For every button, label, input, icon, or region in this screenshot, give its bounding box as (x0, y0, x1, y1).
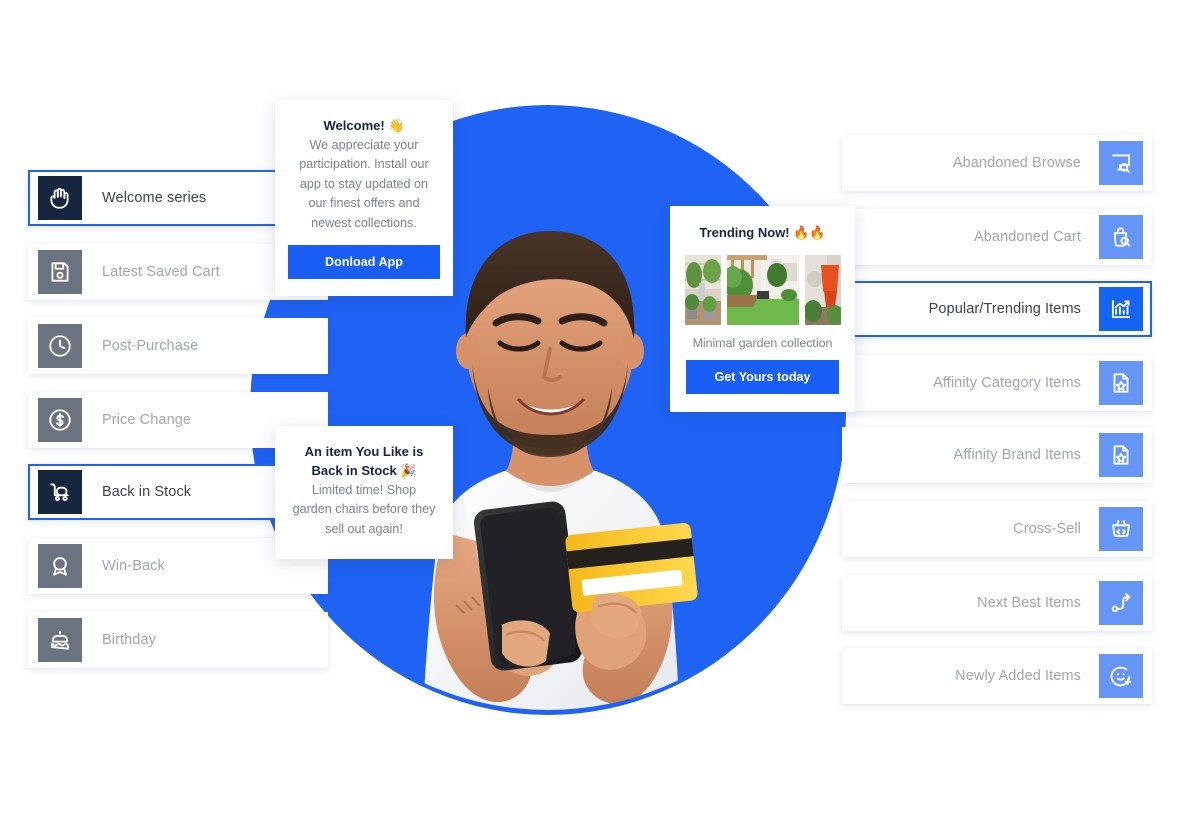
back-in-stock-title-line1: An item You Like is (304, 444, 424, 459)
get-yours-today-button[interactable]: Get Yours today (686, 359, 839, 394)
clock-icon (38, 324, 82, 368)
sidebar-item-abandoned-cart[interactable]: Abandoned Cart (842, 209, 1152, 265)
sidebar-item-label: Newly Added Items (955, 668, 1081, 684)
sidebar-item-label: Affinity Brand Items (953, 447, 1081, 463)
thumbnail-garden-lawn-pergola (726, 254, 799, 325)
sidebar-item-popular-trending-items[interactable]: Popular/Trending Items (842, 281, 1152, 337)
back-in-stock-title-line2: Back in Stock 🎉 (311, 462, 417, 478)
award-badge-icon (38, 544, 82, 588)
trending-popup-card: Trending Now! 🔥🔥 Minimal garden collecti… (670, 206, 855, 412)
birthday-cake-icon (38, 618, 82, 662)
sidebar-item-label: Next Best Items (977, 595, 1081, 611)
welcome-popup-card: Welcome! 👋 We appreciate your participat… (275, 100, 453, 297)
sidebar-item-label: Popular/Trending Items (928, 301, 1081, 317)
promo-hero-stage: Welcome series Latest Saved Cart Post-Pu… (0, 0, 1180, 840)
sidebar-item-cross-sell[interactable]: Cross-Sell (842, 501, 1152, 557)
sidebar-item-label: Abandoned Cart (973, 229, 1081, 245)
welcome-card-body: We appreciate your participation. Instal… (299, 137, 429, 230)
bag-search-icon (1099, 215, 1143, 259)
thumbnail-garden-plants-patio (684, 254, 721, 325)
sidebar-item-affinity-brand-items[interactable]: Affinity Brand Items (842, 427, 1152, 483)
basket-code-icon (1099, 507, 1143, 551)
sidebar-item-label: Welcome series (102, 190, 207, 206)
sidebar-item-newly-added-items[interactable]: Newly Added Items (842, 648, 1152, 704)
sidebar-item-label: Price Change (102, 412, 192, 428)
stock-cart-icon (38, 470, 82, 514)
dollar-circle-icon (38, 398, 82, 442)
sidebar-item-label: Latest Saved Cart (102, 264, 220, 280)
sidebar-item-label: Post-Purchase (102, 338, 199, 354)
sidebar-item-post-purchase[interactable]: Post-Purchase (28, 318, 328, 374)
thumbnail-orange-chair (804, 254, 841, 325)
sidebar-item-label: Cross-Sell (1013, 521, 1081, 537)
download-app-button[interactable]: Donload App (288, 245, 440, 280)
sidebar-item-abandoned-browse[interactable]: Abandoned Browse (842, 135, 1152, 191)
document-star-icon (1099, 433, 1143, 477)
path-arrow-icon (1099, 581, 1143, 625)
monitor-search-icon (1099, 141, 1143, 185)
smiley-plus-icon (1099, 654, 1143, 698)
sidebar-item-label: Back in Stock (102, 484, 192, 500)
back-in-stock-body: Limited time! Shop garden chairs before … (292, 482, 436, 536)
back-in-stock-popup-card: An item You Like is Back in Stock 🎉 Limi… (275, 426, 453, 560)
document-star-icon (1099, 361, 1143, 405)
hand-wave-icon (38, 176, 82, 220)
sidebar-item-label: Affinity Category Items (933, 375, 1081, 391)
trending-thumbnail-row (684, 254, 841, 325)
sidebar-item-birthday[interactable]: Birthday (28, 612, 328, 668)
sidebar-item-next-best-items[interactable]: Next Best Items (842, 575, 1152, 631)
trending-card-title: Trending Now! 🔥🔥 (699, 225, 826, 240)
sidebar-item-label: Birthday (102, 632, 156, 648)
sidebar-item-affinity-category-items[interactable]: Affinity Category Items (842, 355, 1152, 411)
trending-card-caption: Minimal garden collection (692, 335, 833, 350)
sidebar-item-label: Win-Back (102, 558, 165, 574)
trending-chart-icon (1099, 287, 1143, 331)
sidebar-item-label: Abandoned Browse (952, 155, 1081, 171)
welcome-card-title: Welcome! 👋 (323, 118, 405, 133)
floppy-save-icon (38, 250, 82, 294)
